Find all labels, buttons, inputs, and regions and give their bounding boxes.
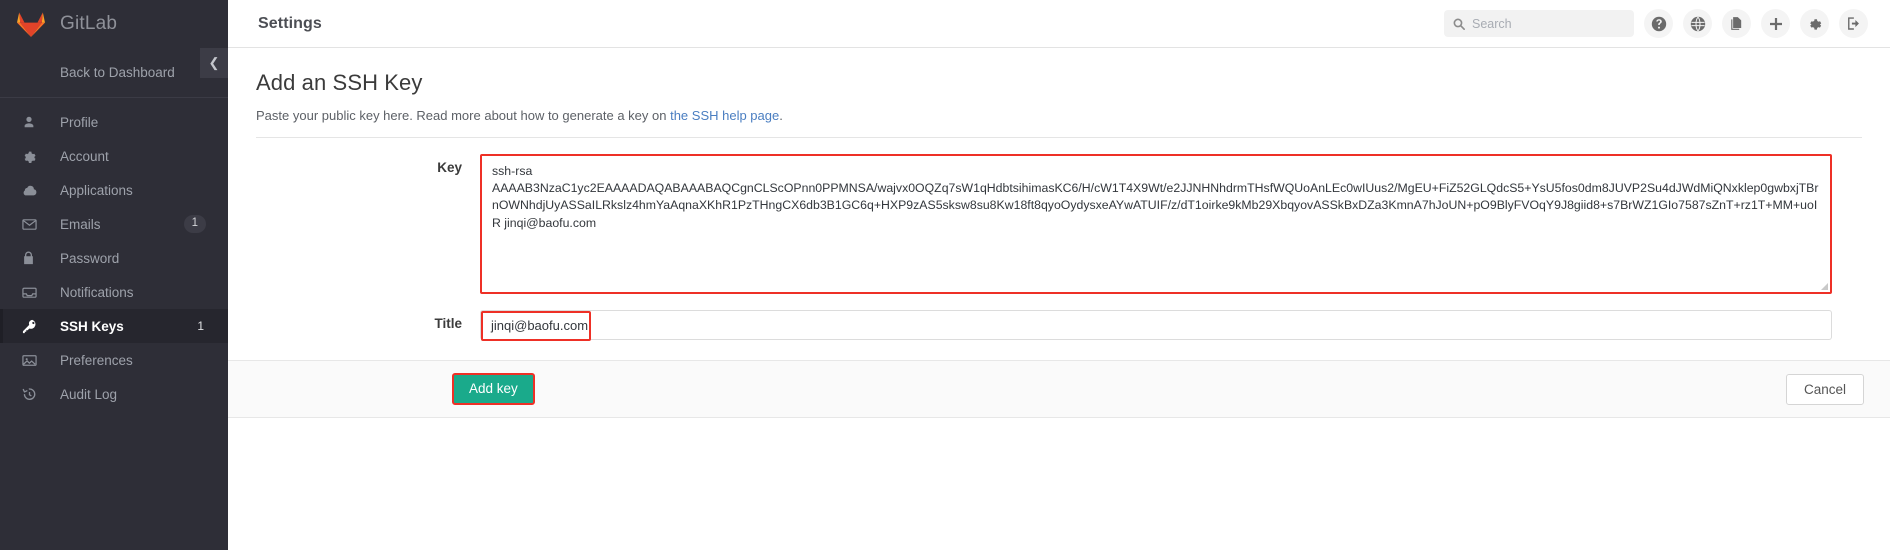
user-icon (22, 115, 50, 129)
sidebar-item-badge: 1 (197, 318, 204, 333)
sidebar-item-notifications[interactable]: Notifications (0, 275, 228, 309)
title-field-row: Title jinqi@baofu.com (256, 294, 1862, 341)
search-placeholder: Search (1472, 16, 1512, 31)
sidebar-item-label: Applications (60, 182, 133, 198)
sign-out-icon[interactable] (1839, 9, 1868, 38)
page-description-text-after: . (779, 108, 783, 123)
sidebar-collapse-button[interactable]: ❮ (200, 48, 228, 78)
gear-icon (22, 149, 50, 163)
sidebar-item-label: Preferences (60, 352, 133, 368)
sidebar-item-label: Account (60, 148, 109, 164)
inbox-icon (22, 286, 50, 299)
search-icon (1453, 18, 1465, 30)
sidebar-item-label: Profile (60, 114, 99, 130)
title-input-value: jinqi@baofu.com (491, 317, 589, 333)
copy-files-icon[interactable] (1722, 9, 1751, 38)
sidebar-item-password[interactable]: Password (0, 241, 228, 275)
sidebar-item-audit-log[interactable]: Audit Log (0, 377, 228, 411)
add-ssh-key-form: Key ssh-rsa AAAAB3NzaC1yc2EAAAADAQABAAAB… (256, 138, 1862, 341)
key-field-control: ssh-rsa AAAAB3NzaC1yc2EAAAADAQABAAABAQCg… (480, 154, 1862, 294)
page-header-title: Settings (258, 14, 322, 32)
sidebar-item-label: SSH Keys (60, 318, 124, 334)
form-actions-bar: Add key Cancel (228, 360, 1890, 418)
topbar: Settings Search (228, 0, 1890, 48)
title-input[interactable]: jinqi@baofu.com (480, 310, 1832, 341)
gear-icon[interactable] (1800, 9, 1829, 38)
globe-icon[interactable] (1683, 9, 1712, 38)
chevron-left-icon: ❮ (208, 55, 220, 70)
sidebar-item-profile[interactable]: Profile (0, 105, 228, 139)
cancel-button[interactable]: Cancel (1785, 373, 1864, 405)
sidebar-item-emails[interactable]: Emails 1 (0, 207, 228, 241)
key-field-row: Key ssh-rsa AAAAB3NzaC1yc2EAAAADAQABAAAB… (256, 138, 1862, 294)
content: Add an SSH Key Paste your public key her… (228, 48, 1890, 550)
page-description: Paste your public key here. Read more ab… (256, 108, 1862, 123)
content-inner: Add an SSH Key Paste your public key her… (228, 48, 1890, 341)
ssh-help-page-link[interactable]: the SSH help page (670, 108, 779, 123)
sidebar-item-account[interactable]: Account (0, 139, 228, 173)
image-icon (22, 354, 50, 367)
search-input[interactable]: Search (1444, 10, 1634, 37)
plus-icon[interactable] (1761, 9, 1790, 38)
key-textarea[interactable]: ssh-rsa AAAAB3NzaC1yc2EAAAADAQABAAABAQCg… (480, 154, 1832, 294)
gitlab-logo-icon (16, 10, 46, 38)
title-field-label: Title (434, 316, 462, 331)
sidebar-item-ssh-keys[interactable]: SSH Keys 1 (0, 309, 228, 343)
sidebar-item-label: Emails (60, 216, 101, 232)
page-description-text-before: Paste your public key here. Read more ab… (256, 108, 671, 123)
add-key-button[interactable]: Add key (452, 372, 535, 406)
page-title: Add an SSH Key (256, 70, 423, 95)
main-area: Settings Search Add an SSH Key Paste you… (228, 0, 1890, 550)
key-icon (22, 319, 50, 334)
title-field-control: jinqi@baofu.com (480, 310, 1862, 341)
brand-name: GitLab (60, 13, 118, 34)
sidebar-nav: Profile Account Applications Emails 1 Pa… (0, 98, 228, 411)
envelope-icon (22, 218, 50, 231)
history-icon (22, 387, 50, 402)
sidebar-item-preferences[interactable]: Preferences (0, 343, 228, 377)
key-field-label: Key (437, 160, 462, 175)
lock-icon (22, 251, 50, 265)
sidebar-item-applications[interactable]: Applications (0, 173, 228, 207)
back-to-dashboard-label: Back to Dashboard (60, 65, 175, 80)
sidebar-item-badge: 1 (183, 215, 206, 233)
sidebar: GitLab ❮ Back to Dashboard Profile Accou… (0, 0, 228, 550)
cloud-icon (22, 183, 50, 197)
back-to-dashboard-link[interactable]: Back to Dashboard (0, 48, 228, 98)
help-icon[interactable] (1644, 9, 1673, 38)
gitlab-settings-page: GitLab ❮ Back to Dashboard Profile Accou… (0, 0, 1890, 550)
sidebar-item-label: Audit Log (60, 386, 118, 402)
brand[interactable]: GitLab (0, 0, 228, 48)
topbar-actions: Search (1444, 9, 1868, 38)
sidebar-item-label: Notifications (60, 284, 134, 300)
sidebar-item-label: Password (60, 250, 120, 266)
